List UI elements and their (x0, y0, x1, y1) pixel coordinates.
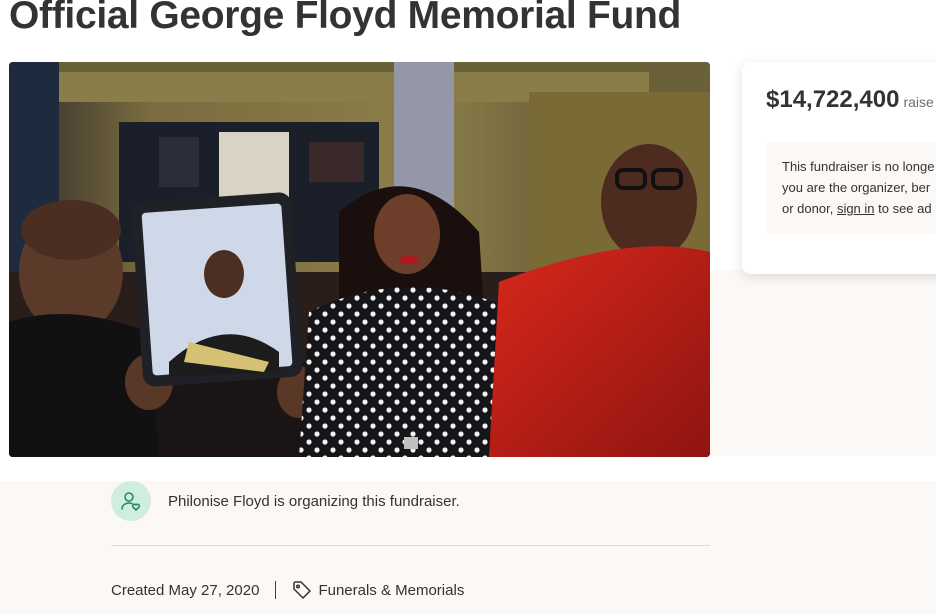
notice-line-3-prefix: or donor, (782, 201, 837, 216)
raised-label: raise (903, 94, 934, 110)
fundraiser-closed-notice: This fundraiser is no longe you are the … (766, 142, 936, 234)
campaign-page: Official George Floyd Memorial Fund $14,… (0, 0, 936, 614)
background-panel (710, 270, 936, 456)
person-heart-icon (111, 481, 151, 521)
campaign-photo[interactable] (9, 62, 710, 457)
raised-amount: $14,722,400 (766, 86, 900, 113)
sign-in-link[interactable]: sign in (837, 201, 875, 216)
category-link[interactable]: Funerals & Memorials (318, 582, 464, 599)
notice-line-1: This fundraiser is no longe (782, 159, 935, 174)
amount-raised: $14,722,400 raise (766, 86, 934, 114)
notice-line-3-suffix: to see ad (874, 201, 932, 216)
campaign-title: Official George Floyd Memorial Fund (9, 0, 682, 37)
notice-line-3: or donor, sign in to see ad (782, 198, 936, 219)
organizer-text: Philonise Floyd is organizing this fundr… (168, 492, 460, 510)
divider (111, 545, 710, 546)
donation-card: $14,722,400 raise This fundraiser is no l… (742, 62, 936, 274)
tag-icon (292, 580, 312, 600)
campaign-meta: Created May 27, 2020 Funerals & Memorial… (111, 580, 464, 600)
notice-line-2: you are the organizer, ber (782, 180, 931, 195)
meta-separator (275, 581, 277, 599)
created-date: Created May 27, 2020 (111, 581, 260, 599)
organizer-row: Philonise Floyd is organizing this fundr… (111, 481, 460, 521)
